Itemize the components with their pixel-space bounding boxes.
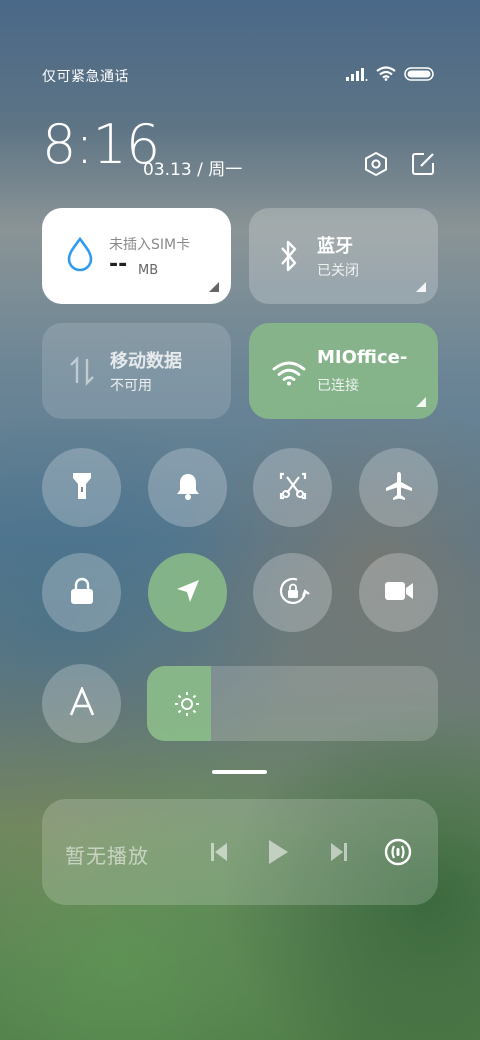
bluetooth-status: 已关闭 bbox=[317, 263, 359, 279]
lock-icon bbox=[69, 577, 95, 609]
bluetooth-tile[interactable]: 蓝牙 已关闭 bbox=[249, 208, 438, 304]
flashlight-icon bbox=[71, 471, 93, 505]
airplane-toggle[interactable] bbox=[359, 448, 438, 527]
rotation-lock-toggle[interactable] bbox=[253, 553, 332, 632]
mobile-data-title: 移动数据 bbox=[110, 351, 182, 372]
flashlight-toggle[interactable] bbox=[42, 448, 121, 527]
bluetooth-title: 蓝牙 bbox=[317, 236, 353, 257]
battery-icon bbox=[404, 66, 434, 85]
airplane-icon bbox=[383, 470, 415, 506]
media-card: 暂无播放 bbox=[42, 799, 438, 905]
status-carrier-text: 仅可紧急通话 bbox=[42, 69, 129, 85]
screenshot-toggle[interactable] bbox=[253, 448, 332, 527]
expand-corner-icon bbox=[209, 282, 219, 292]
edit-icon[interactable] bbox=[410, 151, 436, 177]
settings-icon[interactable] bbox=[363, 151, 389, 177]
letter-a-icon bbox=[68, 685, 96, 721]
drag-handle[interactable] bbox=[212, 770, 267, 774]
status-icons bbox=[346, 66, 434, 85]
wifi-network-name: MIOffice- bbox=[317, 347, 408, 368]
sim-status-text: 未插入SIM卡 bbox=[109, 237, 191, 253]
screen-record-toggle[interactable] bbox=[359, 553, 438, 632]
bluetooth-icon bbox=[271, 238, 307, 274]
location-toggle[interactable] bbox=[148, 553, 227, 632]
wifi-status-icon bbox=[376, 66, 396, 85]
wifi-tile[interactable]: MIOffice- 已连接 bbox=[249, 323, 438, 419]
media-status: 暂无播放 bbox=[65, 844, 149, 868]
clock: 8:16 bbox=[42, 113, 160, 176]
wifi-icon bbox=[271, 355, 307, 391]
reading-mode-toggle[interactable] bbox=[42, 664, 121, 743]
signal-icon bbox=[346, 66, 368, 85]
date: 03.13 / 周一 bbox=[143, 160, 243, 180]
video-camera-icon bbox=[384, 580, 414, 606]
rotation-lock-icon bbox=[276, 574, 310, 612]
data-usage-value: -- bbox=[109, 252, 128, 277]
location-arrow-icon bbox=[174, 577, 202, 609]
data-usage-unit: MB bbox=[138, 263, 159, 278]
play-icon[interactable] bbox=[262, 836, 294, 868]
sun-icon bbox=[173, 690, 201, 722]
lock-screen-toggle[interactable] bbox=[42, 553, 121, 632]
wifi-status: 已连接 bbox=[317, 378, 359, 394]
water-drop-icon bbox=[62, 236, 98, 272]
data-arrows-icon bbox=[64, 353, 100, 389]
expand-corner-icon bbox=[416, 397, 426, 407]
brightness-slider[interactable] bbox=[147, 666, 438, 741]
mobile-data-tile[interactable]: 移动数据 不可用 bbox=[42, 323, 231, 419]
bell-icon bbox=[175, 471, 201, 505]
mobile-data-status: 不可用 bbox=[110, 378, 152, 394]
next-icon[interactable] bbox=[323, 836, 355, 868]
expand-corner-icon bbox=[416, 282, 426, 292]
mute-toggle[interactable] bbox=[148, 448, 227, 527]
previous-icon[interactable] bbox=[203, 836, 235, 868]
scissors-icon bbox=[278, 471, 308, 505]
audio-output-icon[interactable] bbox=[382, 836, 414, 868]
data-usage-tile[interactable]: 未插入SIM卡 -- MB bbox=[42, 208, 231, 304]
